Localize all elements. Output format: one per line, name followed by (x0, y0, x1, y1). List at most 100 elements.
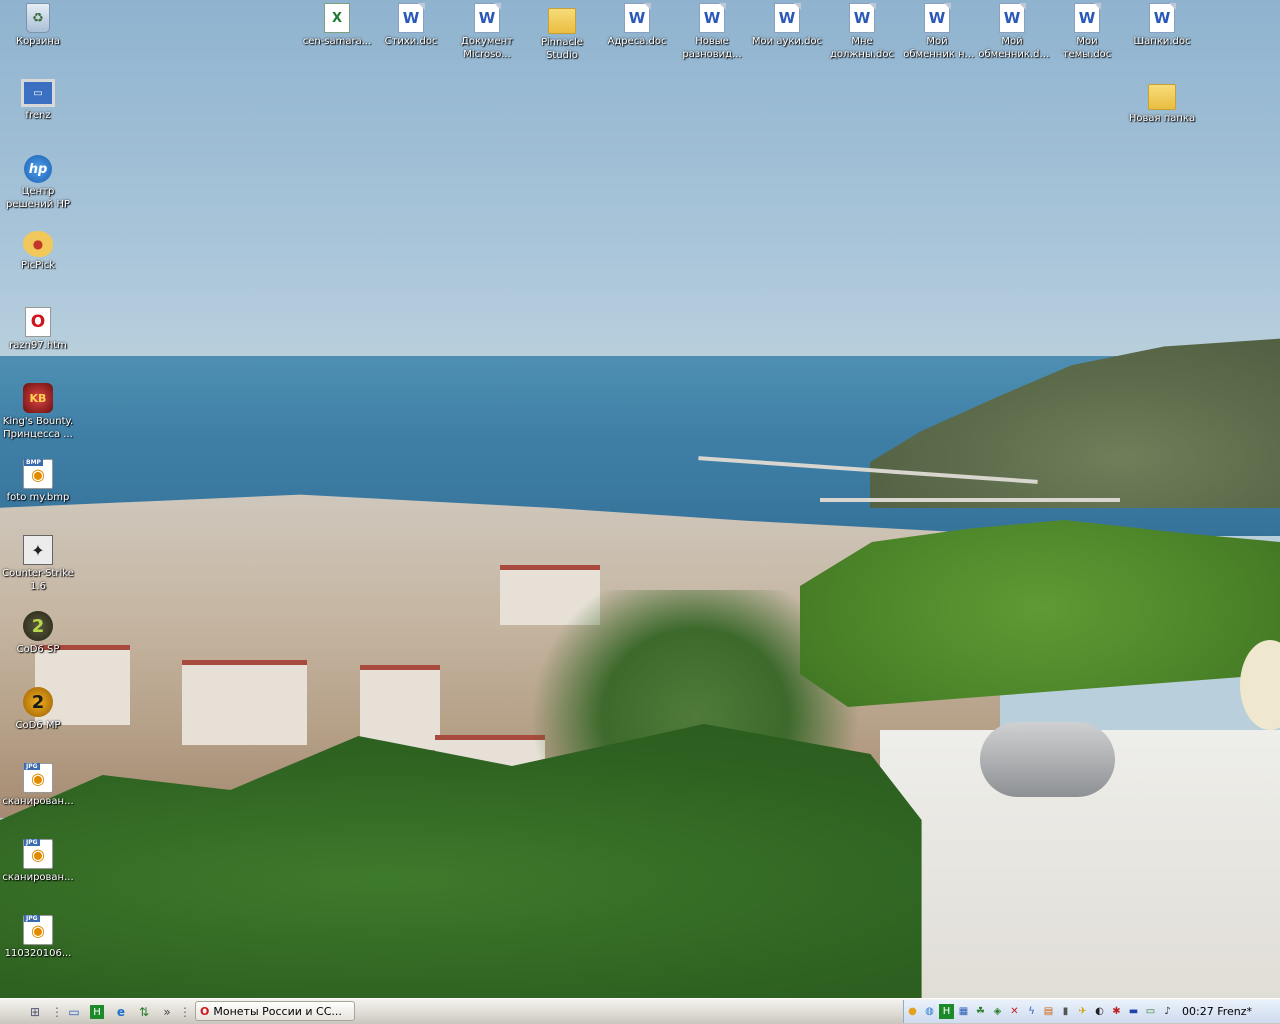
desktop-icon-label: Counter-Strike 1.6 (2, 568, 74, 592)
wallpaper-building (360, 665, 440, 750)
desktop-icon-my-computer[interactable]: ▭ frenz (0, 78, 76, 150)
word-document-icon: W (474, 3, 501, 33)
desktop-icon-counter-strike[interactable]: ✦ Counter-Strike 1.6 (0, 534, 76, 606)
desktop-icon-shapki[interactable]: W Шапки.doc (1124, 2, 1200, 74)
network-tray-icon[interactable]: ▦ (956, 1004, 971, 1019)
grip-icon: ⋮ (179, 1005, 191, 1019)
word-document-icon: W (1149, 3, 1176, 33)
display-tray-icon[interactable]: ▭ (1143, 1004, 1158, 1019)
taskbar-window-button[interactable]: O Монеты России и СС... (195, 1001, 355, 1021)
flash-tray-icon[interactable]: ϟ (1024, 1004, 1039, 1019)
desktop-icon-adresa[interactable]: W Адреса.doc (599, 2, 675, 74)
agent-tray-icon[interactable]: ☘ (973, 1004, 988, 1019)
desktop-icon-obmennik[interactable]: W Мой обменник.doc (974, 2, 1050, 74)
desktop-icon-label: Новая папка (1128, 113, 1196, 124)
desktop-icon-label: Мои ауки.doc (751, 36, 823, 47)
desktop-icon-label: Новые разновид... (682, 36, 742, 60)
network-icon[interactable]: ⇅ (135, 1003, 153, 1021)
recycle-bin-icon: ♻ (26, 3, 50, 33)
app-h-tray-icon[interactable]: H (939, 1004, 954, 1019)
taskbar: ⊞ ⋮ ▭ H e ⇅ » ⋮ O Монеты России и СС... … (0, 998, 1280, 1024)
computer-icon: ▭ (21, 79, 55, 107)
internet-explorer-icon[interactable]: e (112, 1003, 130, 1021)
folder-icon (1148, 84, 1176, 110)
desktop-icon-scan-1[interactable]: JPG ◉ сканирован... (0, 762, 76, 834)
shield-tray-icon[interactable]: ◈ (990, 1004, 1005, 1019)
desktop-icon[interactable]: ▭ (65, 1003, 83, 1021)
desktop-icon-mne-dolzhny[interactable]: W Мне должны.doc (824, 2, 900, 74)
flag-tray-icon[interactable]: ▬ (1126, 1004, 1141, 1019)
opera-document-icon: O (25, 307, 51, 337)
desktop-icon-moi-temy[interactable]: W Мои темы.doc (1049, 2, 1125, 74)
wallpaper-water-tank (980, 722, 1115, 797)
desktop-icon-label: Мои темы.doc (1062, 36, 1112, 60)
desktop-icon-hp-center[interactable]: hp Центр решений HP (0, 154, 76, 226)
plane-tray-icon[interactable]: ✈ (1075, 1004, 1090, 1019)
desktop[interactable]: ♻ Корзина ▭ frenz hp Центр решений HP ● … (0, 0, 1280, 998)
desktop-icon-label: CoD6 SP (16, 644, 60, 655)
app-h-icon[interactable]: H (90, 1005, 104, 1019)
desktop-icon-label: Центр решений HP (5, 186, 71, 210)
jpg-image-icon: JPG ◉ (23, 839, 53, 869)
show-desktop-icon[interactable]: ⊞ (26, 1003, 44, 1021)
desktop-icon-stihi[interactable]: W Стихи.doc (373, 2, 449, 74)
word-document-icon: W (849, 3, 876, 33)
desktop-icon-label: сканирован... (2, 872, 74, 883)
desktop-icon-obmennik-forum[interactable]: W Мой обменник на форум.doc (899, 2, 975, 74)
chevron-icon[interactable]: » (158, 1003, 176, 1021)
desktop-icon-picpick[interactable]: ● PicPick (0, 230, 76, 302)
desktop-icon-moi-auki[interactable]: W Мои ауки.doc (749, 2, 825, 74)
wallpaper-building (182, 660, 307, 745)
desktop-icon-pinnacle-studio[interactable]: Pinnacle Studio (524, 2, 600, 74)
desktop-icon-razn97[interactable]: O razn97.htm (0, 306, 76, 378)
desktop-icon-label: Шапки.doc (1133, 36, 1191, 47)
word-document-icon: W (774, 3, 801, 33)
volume-tray-icon[interactable]: ♪ (1160, 1004, 1175, 1019)
palette-icon: ● (23, 231, 53, 257)
desktop-icon-label: Мне должны.doc (829, 36, 894, 60)
desktop-icon-label: Мой обменник на форум.doc (903, 36, 971, 60)
taskbar-window-title: Монеты России и СС... (213, 1004, 342, 1018)
desktop-icon-label: foto my.bmp (6, 492, 70, 503)
desktop-icon-recycle-bin[interactable]: ♻ Корзина (0, 2, 76, 74)
desktop-icon-label: razn97.htm (9, 340, 67, 351)
desktop-icon-label: Pinnacle Studio (541, 37, 583, 61)
desktop-icon-label: cen-samara... (302, 36, 372, 47)
security-tray-icon[interactable]: ✕ (1007, 1004, 1022, 1019)
bmp-image-icon: BMP ◉ (23, 459, 53, 489)
desktop-icon-label: PicPick (21, 260, 55, 271)
desktop-icon-kings-bounty[interactable]: KB King's Bounty. Принцесса ... (0, 382, 76, 454)
desktop-icon-label: CoD6 MP (15, 720, 61, 731)
antivirus-tray-icon[interactable]: ✱ (1109, 1004, 1124, 1019)
word-document-icon: W (1074, 3, 1101, 33)
desktop-icon-label: Документ Microso... (461, 36, 513, 60)
clock[interactable]: 00:27 Frenz* (1182, 1005, 1252, 1018)
system-tray: ● ◍ H ▦ ☘ ◈ ✕ ϟ ▤ ▮ ✈ ◐ ✱ ▬ ▭ ♪ 00:27 Fr… (903, 1000, 1280, 1023)
update-tray-icon[interactable]: ◍ (922, 1004, 937, 1019)
desktop-icon-document-microsoft[interactable]: W Документ Microso... (449, 2, 525, 74)
desktop-icon-scan-2[interactable]: JPG ◉ сканирован... (0, 838, 76, 910)
media-tray-icon[interactable]: ◐ (1092, 1004, 1107, 1019)
word-document-icon: W (999, 3, 1026, 33)
excel-document-icon: X (324, 3, 350, 33)
jpg-image-icon: JPG ◉ (23, 763, 53, 793)
desktop-icon-label: Мой обменник.doc (978, 36, 1046, 60)
battery-tray-icon[interactable]: ▮ (1058, 1004, 1073, 1019)
desktop-icon-label: 110320106... (4, 948, 72, 959)
desktop-icon-label: сканирован... (2, 796, 74, 807)
desktop-icon-label: frenz (25, 110, 51, 121)
palette-tray-icon[interactable]: ● (905, 1004, 920, 1019)
desktop-icon-novye-raznovid[interactable]: W Новые разновид... (674, 2, 750, 74)
printer-tray-icon[interactable]: ▤ (1041, 1004, 1056, 1019)
desktop-icon-cod6-mp[interactable]: 2 CoD6 MP (0, 686, 76, 758)
wallpaper-pier (820, 498, 1120, 502)
desktop-icon-foto-bmp[interactable]: BMP ◉ foto my.bmp (0, 458, 76, 530)
desktop-icon-cod6-sp[interactable]: 2 CoD6 SP (0, 610, 76, 682)
game-icon: KB (23, 383, 53, 413)
folder-icon (548, 8, 576, 34)
desktop-icon-cen-samara[interactable]: X cen-samara... (299, 2, 375, 74)
desktop-icon-jpg-110320106[interactable]: JPG ◉ 110320106... (0, 914, 76, 986)
cod-sp-icon: 2 (23, 611, 53, 641)
desktop-icon-new-folder[interactable]: Новая папка (1124, 78, 1200, 150)
word-document-icon: W (398, 3, 425, 33)
